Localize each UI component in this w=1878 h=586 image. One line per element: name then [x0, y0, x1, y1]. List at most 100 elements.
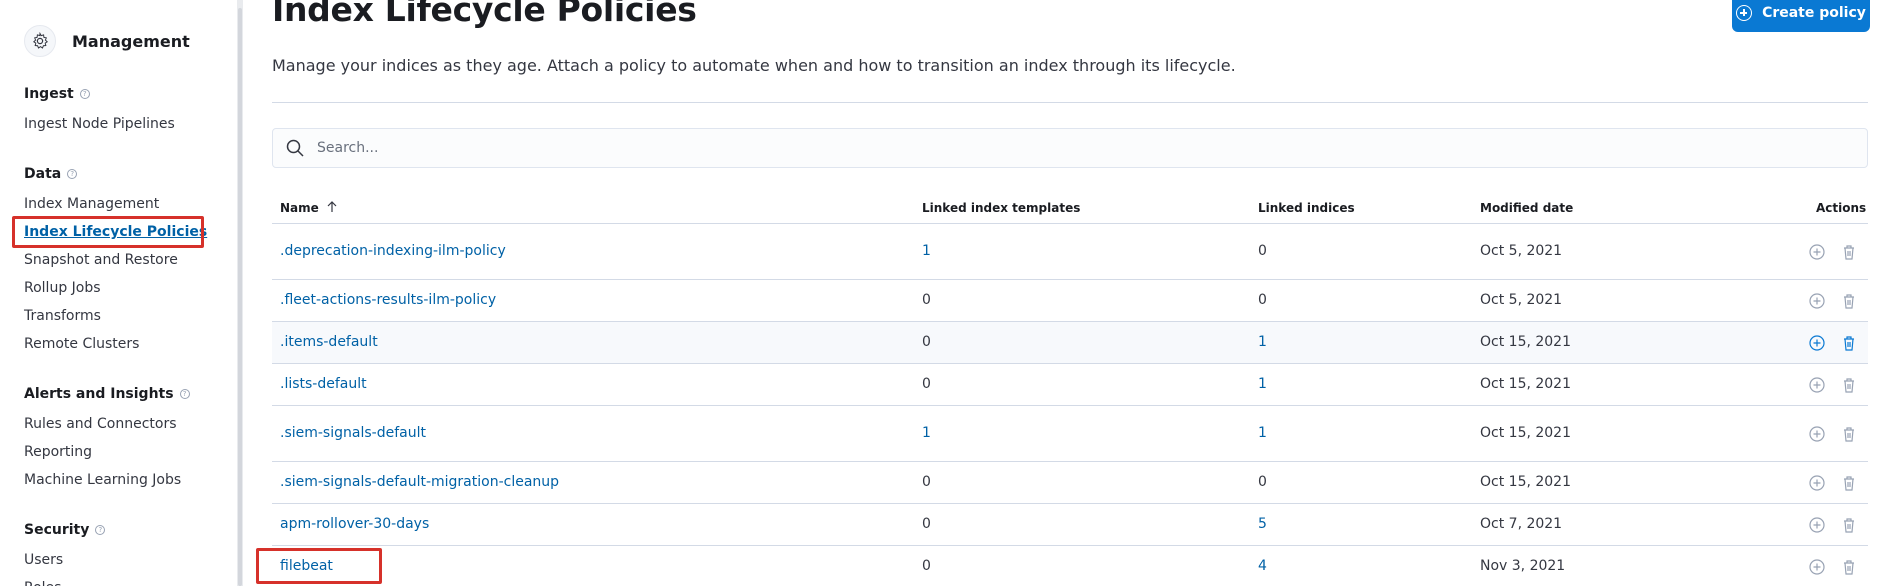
linked-templates-count: 0	[922, 334, 931, 350]
trash-icon[interactable]	[1840, 243, 1858, 261]
linked-indices-count[interactable]: 1	[1258, 376, 1267, 392]
modified-date: Nov 3, 2021	[1480, 558, 1566, 574]
linked-templates-count: 0	[922, 376, 931, 392]
column-header-indices[interactable]: Linked indices	[1258, 201, 1355, 215]
table-row: .fleet-actions-results-ilm-policy 0 0 Oct 5…	[272, 280, 1868, 322]
column-header-name[interactable]: Name	[280, 201, 337, 215]
sidebar-item-machine-learning-jobs[interactable]: Machine Learning Jobs	[24, 466, 190, 494]
column-header-name-label: Name	[280, 201, 319, 215]
policy-name-link[interactable]: .siem-signals-default-migration-cleanup	[280, 474, 559, 490]
trash-icon[interactable]	[1840, 516, 1858, 534]
add-policy-to-template-icon[interactable]	[1808, 376, 1826, 394]
group-title-security: Security	[24, 522, 90, 538]
sidebar-scrollbar[interactable]	[237, 0, 243, 586]
sidebar-item-index-management[interactable]: Index Management	[24, 190, 207, 218]
trash-icon[interactable]	[1840, 376, 1858, 394]
app-title: Management	[72, 31, 190, 51]
sidebar: Management Ingest? Ingest Node Pipelines…	[0, 0, 240, 586]
info-icon: ?	[179, 389, 190, 399]
modified-date: Oct 15, 2021	[1480, 334, 1571, 350]
info-icon: ?	[95, 525, 106, 535]
add-policy-to-template-icon[interactable]	[1808, 425, 1826, 443]
trash-icon[interactable]	[1840, 334, 1858, 352]
modified-date: Oct 7, 2021	[1480, 516, 1563, 532]
app-header: Management	[24, 24, 190, 58]
table-row: apm-rollover-30-days 0 5 Oct 7, 2021	[272, 504, 1868, 546]
policy-name-link[interactable]: apm-rollover-30-days	[280, 516, 429, 532]
linked-indices-count: 0	[1258, 292, 1267, 308]
column-header-date[interactable]: Modified date	[1480, 201, 1573, 215]
policy-name-link[interactable]: .deprecation-indexing-ilm-policy	[280, 243, 506, 259]
group-title-alerts-and-insights: Alerts and Insights	[24, 386, 174, 402]
add-policy-to-template-icon[interactable]	[1808, 516, 1826, 534]
trash-icon[interactable]	[1840, 292, 1858, 310]
policy-name-link[interactable]: .siem-signals-default	[280, 425, 426, 441]
sidebar-item-users[interactable]: Users	[24, 546, 105, 574]
linked-indices-count[interactable]: 1	[1258, 334, 1267, 350]
linked-templates-count: 0	[922, 558, 931, 574]
add-policy-to-template-icon[interactable]	[1808, 474, 1826, 492]
linked-templates-count[interactable]: 1	[922, 425, 931, 441]
group-title-data: Data	[24, 166, 62, 182]
divider	[272, 102, 1868, 103]
nav-group-alerts-and-insights: Alerts and Insights? Rules and Connector…	[24, 384, 190, 494]
table-header: Name Linked index templates Linked indic…	[272, 194, 1868, 224]
sidebar-scrollbar-thumb[interactable]	[238, 8, 242, 586]
info-icon: ?	[79, 89, 90, 99]
table-row: .lists-default 0 1 Oct 15, 2021	[272, 364, 1868, 406]
trash-icon[interactable]	[1840, 558, 1858, 576]
table-row: .deprecation-indexing-ilm-policy 1 0 Oct 5,…	[272, 224, 1868, 280]
highlight-box-active-nav	[12, 216, 204, 248]
table-row: filebeat 0 4 Nov 3, 2021	[272, 546, 1868, 586]
linked-indices-count: 0	[1258, 474, 1267, 490]
linked-templates-count: 0	[922, 474, 931, 490]
sidebar-item-remote-clusters[interactable]: Remote Clusters	[24, 330, 207, 358]
sidebar-item-snapshot-and-restore[interactable]: Snapshot and Restore	[24, 246, 207, 274]
add-policy-to-template-icon[interactable]	[1808, 558, 1826, 576]
search-input[interactable]	[317, 140, 1817, 156]
arrow-up-icon	[327, 201, 337, 212]
modified-date: Oct 15, 2021	[1480, 474, 1571, 490]
linked-indices-count[interactable]: 1	[1258, 425, 1267, 441]
linked-templates-count: 0	[922, 292, 931, 308]
sidebar-item-transforms[interactable]: Transforms	[24, 302, 207, 330]
linked-indices-count: 0	[1258, 243, 1267, 259]
gear-icon	[24, 25, 56, 57]
page-title: Index Lifecycle Policies	[272, 0, 697, 29]
info-icon: ?	[67, 169, 78, 179]
nav-group-data: Data? Index Management Index Lifecycle P…	[24, 164, 207, 358]
policy-name-link[interactable]: .items-default	[280, 334, 378, 350]
table-row: .siem-signals-default-migration-cleanup 0…	[272, 462, 1868, 504]
trash-icon[interactable]	[1840, 425, 1858, 443]
sidebar-item-rollup-jobs[interactable]: Rollup Jobs	[24, 274, 207, 302]
modified-date: Oct 5, 2021	[1480, 243, 1563, 259]
sidebar-item-ingest-node-pipelines[interactable]: Ingest Node Pipelines	[24, 110, 175, 138]
search-box[interactable]	[272, 128, 1868, 168]
linked-templates-count[interactable]: 1	[922, 243, 931, 259]
sidebar-item-rules-and-connectors[interactable]: Rules and Connectors	[24, 410, 190, 438]
group-title-ingest: Ingest	[24, 86, 74, 102]
modified-date: Oct 15, 2021	[1480, 376, 1571, 392]
linked-indices-count[interactable]: 4	[1258, 558, 1267, 574]
policy-name-link[interactable]: .fleet-actions-results-ilm-policy	[280, 292, 496, 308]
trash-icon[interactable]	[1840, 474, 1858, 492]
search-icon	[286, 139, 304, 157]
create-policy-button[interactable]: Create policy	[1732, 0, 1870, 32]
add-policy-to-template-icon[interactable]	[1808, 334, 1826, 352]
nav-group-security: Security? Users Roles	[24, 520, 106, 586]
column-header-templates[interactable]: Linked index templates	[922, 201, 1080, 215]
sidebar-item-reporting[interactable]: Reporting	[24, 438, 190, 466]
page-description: Manage your indices as they age. Attach …	[272, 56, 1236, 75]
modified-date: Oct 5, 2021	[1480, 292, 1563, 308]
table-body: .deprecation-indexing-ilm-policy 1 0 Oct 5,…	[272, 224, 1868, 586]
policy-name-link[interactable]: .lists-default	[280, 376, 367, 392]
plus-circle-icon	[1736, 5, 1753, 21]
add-policy-to-template-icon[interactable]	[1808, 243, 1826, 261]
column-header-actions: Actions	[1816, 201, 1867, 215]
policy-name-link[interactable]: filebeat	[280, 558, 333, 574]
add-policy-to-template-icon[interactable]	[1808, 292, 1826, 310]
create-policy-label: Create policy	[1762, 5, 1866, 21]
sidebar-item-roles[interactable]: Roles	[24, 574, 105, 586]
table-row: .siem-signals-default 1 1 Oct 15, 2021	[272, 406, 1868, 462]
linked-indices-count[interactable]: 5	[1258, 516, 1267, 532]
